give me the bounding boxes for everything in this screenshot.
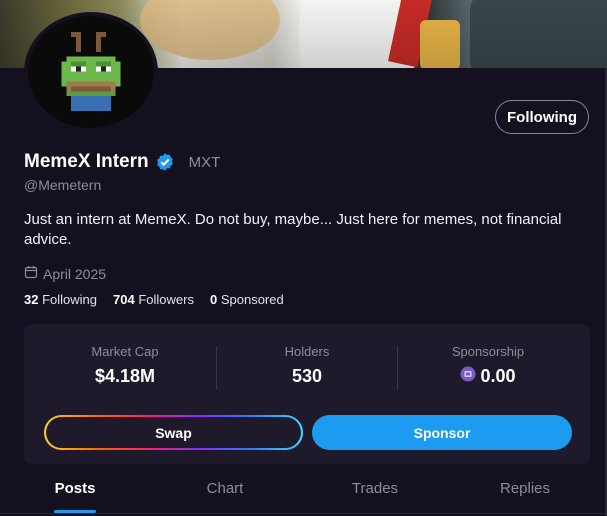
calendar-icon [24,265,38,282]
profile-handle: @Memetern [24,177,102,193]
followers-label: Followers [138,292,194,307]
followers-count: 704 [113,292,135,307]
join-date: April 2025 [24,265,106,282]
market-cap-value: $4.18M [94,366,156,386]
display-name: MemeX Intern [24,151,149,172]
sponsored-count: 0 [209,292,218,307]
avatar[interactable] [24,12,158,132]
holders-value: 530 [291,366,323,386]
tab-posts[interactable]: Posts [0,470,150,516]
tabs-bottom-border [0,513,607,514]
sponsorship-metric: Sponsorship 0.00 [397,344,579,387]
profile-stats: 32 Following 704 Followers 0 Sponsored [24,292,284,307]
following-count: 32 [24,292,39,307]
token-icon [460,366,476,387]
tab-chart-label: Chart [206,480,244,497]
tab-trades[interactable]: Trades [300,470,450,516]
holders-metric: Holders 530 [216,344,398,387]
tab-posts-label: Posts [54,480,96,497]
token-ticker: MXT [188,153,221,171]
holders-label: Holders [284,344,330,359]
swap-label: Swap [46,417,301,448]
tab-replies-label: Replies [499,480,551,497]
sponsored-label: Sponsored [220,292,284,307]
sponsored-stat[interactable]: 0 Sponsored [210,292,284,307]
sponsorship-value: 0.00 [480,366,516,386]
sponsorship-label: Sponsorship [451,344,525,359]
following-button[interactable]: Following [495,100,589,134]
join-date-text: April 2025 [43,265,107,282]
tab-replies[interactable]: Replies [450,470,600,516]
sponsorship-value-row: 0.00 [397,366,579,387]
sponsor-button[interactable]: Sponsor [312,415,572,450]
profile-name-row: MemeX Intern MXT [24,151,220,173]
followers-stat[interactable]: 704 Followers [113,292,194,307]
verified-badge-icon [155,152,175,172]
profile-tabs: Posts Chart Trades Replies [0,470,607,516]
tab-chart[interactable]: Chart [150,470,300,516]
following-label: Following [42,292,98,307]
swap-button[interactable]: Swap [44,415,303,450]
market-cap-label: Market Cap [91,344,159,359]
following-stat[interactable]: 32 Following [24,292,97,307]
market-cap-metric: Market Cap $4.18M [34,344,216,387]
profile-bio: Just an intern at MemeX. Do not buy, may… [24,211,562,248]
token-stats-card: Market Cap $4.18M Holders 530 Sponsorshi… [24,324,590,464]
tab-trades-label: Trades [351,480,399,497]
